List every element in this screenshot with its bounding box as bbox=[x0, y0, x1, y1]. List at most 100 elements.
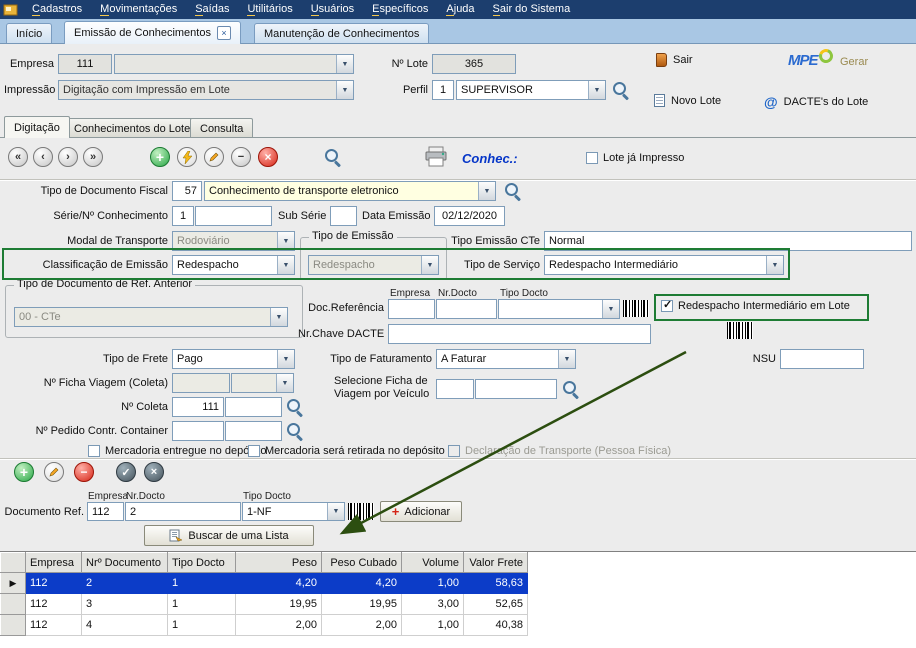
cell-empresa[interactable]: 112 bbox=[25, 572, 82, 594]
nsu-field[interactable] bbox=[780, 349, 864, 369]
docref-delete-button[interactable]: − bbox=[74, 462, 94, 482]
cell-tipo-docto[interactable]: 1 bbox=[167, 593, 236, 615]
subtab-digitacao[interactable]: Digitação bbox=[4, 116, 70, 138]
tab-manutencao-de-conhecimentos[interactable]: Manutenção de Conhecimentos bbox=[254, 23, 430, 43]
cell-tipo-docto[interactable]: 1 bbox=[167, 614, 236, 636]
cell-nr-documento[interactable]: 4 bbox=[81, 614, 168, 636]
ficha-veiculo-field-1[interactable] bbox=[436, 379, 474, 399]
cell-volume[interactable]: 3,00 bbox=[401, 593, 464, 615]
printer-icon[interactable] bbox=[424, 146, 448, 167]
dropdown-arrow-icon[interactable] bbox=[277, 232, 294, 250]
grid-row-selected[interactable]: ▶ 112 2 1 4,20 4,20 1,00 58,63 bbox=[0, 572, 528, 594]
dropdown-arrow-icon[interactable] bbox=[558, 350, 575, 368]
dropdown-arrow-icon[interactable] bbox=[478, 182, 495, 200]
cell-peso[interactable]: 19,95 bbox=[235, 593, 322, 615]
modal-transporte-combo[interactable]: Rodoviário bbox=[172, 231, 295, 251]
cell-valor-frete[interactable]: 58,63 bbox=[463, 572, 528, 594]
perfil-search-icon[interactable] bbox=[612, 81, 630, 99]
cell-peso[interactable]: 4,20 bbox=[235, 572, 322, 594]
tipo-faturamento-combo[interactable]: A Faturar bbox=[436, 349, 576, 369]
documento-ref-tipodocto-combo[interactable]: 1-NF bbox=[242, 502, 345, 521]
docref-empresa-field[interactable] bbox=[388, 299, 435, 319]
menu-item-sair-do-sistema[interactable]: Sair do Sistema bbox=[484, 1, 580, 18]
coleta-field-2[interactable] bbox=[225, 397, 282, 417]
docref-tipodocto-combo[interactable] bbox=[498, 299, 620, 319]
toolbar-search-icon[interactable] bbox=[324, 148, 342, 166]
tipo-documento-combo[interactable]: Conhecimento de transporte eletronico bbox=[204, 181, 496, 201]
insert-button[interactable]: + bbox=[150, 147, 170, 167]
declaracao-transporte-checkbox[interactable]: Declaração de Transporte (Pessoa Física) bbox=[448, 445, 671, 457]
menu-item-movimentacoes[interactable]: Movimentações bbox=[91, 1, 186, 18]
menu-item-saidas[interactable]: Saídas bbox=[186, 1, 238, 18]
nav-last-button[interactable]: » bbox=[83, 147, 103, 167]
post-button[interactable] bbox=[177, 147, 197, 167]
dropdown-arrow-icon[interactable] bbox=[602, 300, 619, 318]
dactes-do-lote-button[interactable]: @ DACTE's do Lote bbox=[764, 94, 868, 110]
nr-chave-dacte-field[interactable] bbox=[388, 324, 651, 344]
cancel-button[interactable]: × bbox=[258, 147, 278, 167]
cell-empresa[interactable]: 112 bbox=[25, 593, 82, 615]
redespacho-intermediario-lote-checkbox[interactable]: Redespacho Intermediário em Lote bbox=[661, 298, 850, 312]
pedido-field-1[interactable] bbox=[172, 421, 224, 441]
dropdown-arrow-icon[interactable] bbox=[588, 81, 605, 99]
menu-item-usuarios[interactable]: Usuários bbox=[302, 1, 363, 18]
docref-nrdocto-field[interactable] bbox=[436, 299, 497, 319]
tipo-frete-combo[interactable]: Pago bbox=[172, 349, 295, 369]
dropdown-arrow-icon[interactable] bbox=[277, 350, 294, 368]
dropdown-arrow-icon[interactable] bbox=[421, 256, 438, 274]
cell-peso-cubado[interactable]: 4,20 bbox=[321, 572, 402, 594]
tipo-documento-code-field[interactable]: 57 bbox=[172, 181, 202, 201]
mercadoria-retirada-checkbox[interactable]: Mercadoria será retirada no depósito bbox=[248, 445, 445, 457]
nav-first-button[interactable]: « bbox=[8, 147, 28, 167]
grid-row[interactable]: 112 4 1 2,00 2,00 1,00 40,38 bbox=[0, 614, 528, 636]
dropdown-arrow-icon[interactable] bbox=[270, 308, 287, 326]
dropdown-arrow-icon[interactable] bbox=[327, 503, 344, 520]
ficha-viagem-combo[interactable] bbox=[231, 373, 294, 393]
edit-button[interactable] bbox=[204, 147, 224, 167]
coleta-field[interactable]: 111 bbox=[172, 397, 224, 417]
sub-serie-field[interactable] bbox=[330, 206, 357, 226]
perfil-number-field[interactable]: 1 bbox=[432, 80, 454, 100]
classificacao-emissao-combo[interactable]: Redespacho bbox=[172, 255, 295, 275]
novo-lote-button[interactable]: Novo Lote bbox=[654, 94, 721, 107]
dropdown-arrow-icon[interactable] bbox=[336, 81, 353, 99]
dropdown-arrow-icon[interactable] bbox=[336, 55, 353, 73]
tipo-servico-combo[interactable]: Redespacho Intermediário bbox=[544, 255, 784, 275]
sair-button[interactable]: Sair bbox=[656, 53, 693, 67]
buscar-de-uma-lista-button[interactable]: Buscar de uma Lista bbox=[144, 525, 314, 546]
nav-prev-button[interactable]: ‹ bbox=[33, 147, 53, 167]
menu-item-especificos[interactable]: Específicos bbox=[363, 1, 437, 18]
cell-peso-cubado[interactable]: 19,95 bbox=[321, 593, 402, 615]
menu-item-cadastros[interactable]: Cadastros bbox=[23, 1, 91, 18]
perfil-combo[interactable]: SUPERVISOR bbox=[456, 80, 606, 100]
serie-field[interactable]: 1 bbox=[172, 206, 194, 226]
cell-tipo-docto[interactable]: 1 bbox=[167, 572, 236, 594]
ficha-veiculo-search-icon[interactable] bbox=[562, 380, 580, 398]
documento-ref-nrdocto-field[interactable]: 2 bbox=[125, 502, 241, 521]
nav-next-button[interactable]: › bbox=[58, 147, 78, 167]
grid-row[interactable]: 112 3 1 19,95 19,95 3,00 52,65 bbox=[0, 593, 528, 615]
dropdown-arrow-icon[interactable] bbox=[766, 256, 783, 274]
tipo-documento-search-icon[interactable] bbox=[504, 182, 522, 200]
subtab-conhecimentos-do-lote[interactable]: Conhecimentos do Lote bbox=[64, 118, 201, 138]
empresa-combo[interactable] bbox=[114, 54, 354, 74]
cell-volume[interactable]: 1,00 bbox=[401, 572, 464, 594]
dropdown-arrow-icon[interactable] bbox=[276, 374, 293, 392]
docref-insert-button[interactable]: + bbox=[14, 462, 34, 482]
adicionar-button[interactable]: + Adicionar bbox=[380, 501, 462, 522]
ref-anterior-combo[interactable]: 00 - CTe bbox=[14, 307, 288, 327]
lote-field[interactable]: 365 bbox=[432, 54, 516, 74]
ficha-veiculo-field-2[interactable] bbox=[475, 379, 557, 399]
cell-valor-frete[interactable]: 40,38 bbox=[463, 614, 528, 636]
numero-conhecimento-field[interactable] bbox=[195, 206, 272, 226]
mercadoria-entregue-checkbox[interactable]: Mercadoria entregue no depósito bbox=[88, 445, 266, 457]
ficha-viagem-field[interactable] bbox=[172, 373, 230, 393]
lote-ja-impresso-checkbox[interactable]: Lote já Impresso bbox=[586, 152, 684, 164]
tipo-emissao-combo[interactable]: Redespacho bbox=[308, 255, 439, 275]
cell-peso-cubado[interactable]: 2,00 bbox=[321, 614, 402, 636]
delete-button[interactable]: − bbox=[231, 147, 251, 167]
docref-edit-button[interactable] bbox=[44, 462, 64, 482]
pedido-search-icon[interactable] bbox=[286, 422, 304, 440]
cell-valor-frete[interactable]: 52,65 bbox=[463, 593, 528, 615]
pedido-field-2[interactable] bbox=[225, 421, 282, 441]
